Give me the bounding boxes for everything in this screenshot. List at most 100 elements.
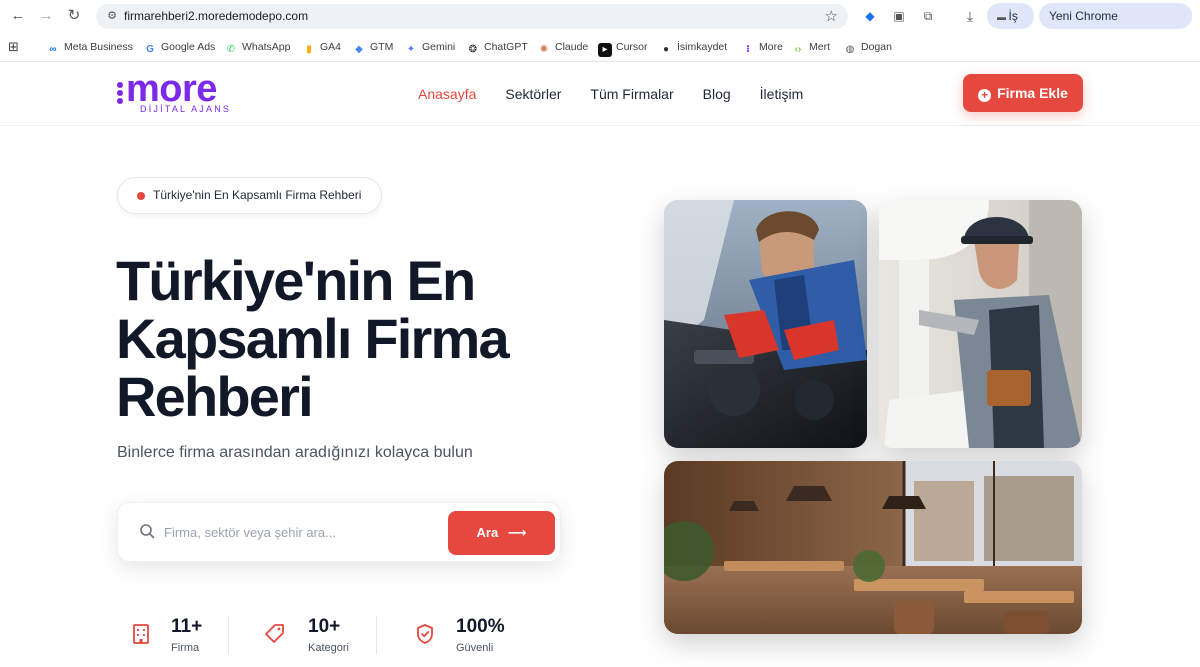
- stat-label: Güvenli: [456, 642, 494, 654]
- badge-text: Türkiye'nin En Kapsamlı Firma Rehberi: [153, 188, 362, 202]
- bookmark-meta-business[interactable]: ∞ Meta Business: [46, 39, 133, 55]
- hero-gallery: [664, 200, 1082, 634]
- bookmark-label: GA4: [320, 41, 342, 53]
- nav-sektorler[interactable]: Sektörler: [505, 86, 561, 104]
- gemini-icon: ✦: [406, 44, 416, 55]
- restaurant-photo: [664, 461, 1082, 634]
- hero-title: Türkiye'nin En Kapsamlı Firma Rehberi: [116, 252, 586, 426]
- search-button[interactable]: Ara ⟶: [448, 511, 555, 555]
- isimkaydet-icon: ●: [662, 44, 670, 55]
- logo-dots: [117, 82, 123, 104]
- download-icon[interactable]: ⤓: [961, 7, 979, 25]
- bookmark-label: ChatGPT: [484, 41, 528, 53]
- bookmark-label: Claude: [555, 41, 589, 53]
- bookmark-dogan[interactable]: ◍ Dogan: [843, 39, 892, 55]
- bookmark-ga4[interactable]: ▮ GA4: [302, 39, 341, 55]
- bookmark-star-icon[interactable]: ☆: [825, 7, 838, 25]
- site-header: more DİJİTAL AJANS Anasayfa Sektörler Tü…: [0, 62, 1200, 126]
- hero-title-line: Kapsamlı Firma: [116, 307, 510, 370]
- hero-subtitle: Binlerce firma arasından aradığınızı kol…: [117, 444, 473, 461]
- more-icon: ⁝: [746, 44, 750, 55]
- profile-chip[interactable]: ▬ İş: [987, 3, 1034, 29]
- nav-blog[interactable]: Blog: [703, 86, 731, 104]
- extensions-icon[interactable]: ⧉: [919, 7, 937, 25]
- bookmark-cursor[interactable]: ▸ Cursor: [598, 39, 648, 57]
- claude-icon: ✺: [539, 44, 549, 55]
- stat-divider: [228, 616, 229, 654]
- hero-badge: Türkiye'nin En Kapsamlı Firma Rehberi: [117, 177, 383, 214]
- bookmark-mert[interactable]: ‹› Mert: [791, 39, 830, 55]
- tag-icon: [265, 624, 284, 643]
- hero-title-line: Rehberi: [116, 365, 314, 428]
- bookmark-isimkaydet[interactable]: ● İsimkaydet: [659, 39, 727, 55]
- bookmark-label: Meta Business: [64, 41, 133, 53]
- arrow-right-icon: ⟶: [507, 525, 527, 540]
- shield-check-icon: [417, 624, 433, 644]
- building-icon: [133, 624, 149, 644]
- search-input[interactable]: [164, 521, 434, 543]
- stat-value: 10+: [308, 616, 341, 637]
- stat-secure: 100% Güvenli: [413, 612, 523, 658]
- search-button-label: Ara: [476, 525, 499, 540]
- analytics-icon: ▮: [306, 44, 312, 55]
- hero-title-line: Türkiye'nin En: [116, 249, 476, 312]
- bookmark-label: Cursor: [616, 41, 648, 53]
- mechanic-photo: [664, 200, 867, 448]
- code-icon: ‹›: [794, 44, 802, 55]
- bookmark-gtm[interactable]: ◆ GTM: [352, 39, 393, 55]
- add-company-button[interactable]: + Firma Ekle: [963, 74, 1083, 112]
- logo[interactable]: more DİJİTAL AJANS: [116, 68, 246, 118]
- meta-icon: ∞: [49, 44, 57, 55]
- chrome-update-chip[interactable]: Yeni Chrome kullanılabilir⋮: [1039, 3, 1192, 49]
- url-text: firmarehberi2.moredemodepo.com: [124, 9, 309, 23]
- code-extension-icon[interactable]: ▣: [890, 7, 908, 25]
- badge-dot: [137, 192, 145, 200]
- stat-companies: 11+ Firma: [117, 612, 217, 658]
- browser-toolbar: ← → ↻ ⚙ firmarehberi2.moredemodepo.com ☆…: [0, 0, 1200, 49]
- plus-circle-icon: +: [978, 89, 992, 102]
- profile-label: İş: [1008, 9, 1018, 23]
- apps-grid-icon[interactable]: ⊞: [8, 39, 19, 55]
- add-company-label: Firma Ekle: [997, 85, 1068, 101]
- bookmark-whatsapp[interactable]: ✆ WhatsApp: [224, 39, 291, 55]
- stat-divider: [376, 616, 377, 654]
- stat-categories: 10+ Kategori: [263, 612, 373, 658]
- bookmark-claude[interactable]: ✺ Claude: [537, 39, 588, 55]
- bookmark-more[interactable]: ⁝ More: [741, 39, 783, 55]
- gtm-icon: ◆: [355, 44, 363, 55]
- stat-label: Firma: [171, 642, 200, 654]
- back-icon[interactable]: ←: [8, 6, 28, 26]
- nav-tum-firmalar[interactable]: Tüm Firmalar: [590, 86, 673, 104]
- search-box: Ara ⟶: [117, 502, 561, 562]
- tag-assistant-icon[interactable]: ◆: [861, 7, 879, 25]
- profile-avatar-icon: ▬: [997, 12, 1009, 22]
- bookmark-label: Gemini: [422, 41, 456, 53]
- main-nav: Anasayfa Sektörler Tüm Firmalar Blog İle…: [418, 86, 803, 104]
- chatgpt-icon: ❂: [468, 44, 478, 55]
- bookmarks-bar: ⊞ ∞ Meta Business G Google Ads ✆ WhatsApp ▮…: [0, 32, 1200, 62]
- bookmark-label: More: [759, 41, 783, 53]
- bookmark-label: İsimkaydet: [677, 41, 728, 53]
- bookmark-gemini[interactable]: ✦ Gemini: [404, 39, 455, 55]
- nav-anasayfa[interactable]: Anasayfa: [418, 86, 476, 104]
- nav-iletisim[interactable]: İletişim: [760, 86, 804, 104]
- bookmark-chatgpt[interactable]: ❂ ChatGPT: [466, 39, 528, 55]
- site-settings-icon[interactable]: ⚙: [105, 9, 119, 23]
- address-bar[interactable]: ⚙ firmarehberi2.moredemodepo.com ☆: [96, 4, 848, 29]
- plumber-photo: [879, 200, 1082, 448]
- stat-value: 100%: [456, 616, 505, 637]
- stat-value: 11+: [171, 616, 203, 637]
- reload-icon[interactable]: ↻: [64, 6, 84, 26]
- stat-label: Kategori: [308, 642, 349, 654]
- bookmark-label: Mert: [809, 41, 830, 53]
- google-icon: G: [146, 44, 154, 55]
- bookmark-label: GTM: [370, 41, 394, 53]
- cursor-icon: ▸: [598, 43, 612, 57]
- search-icon: [140, 524, 155, 539]
- globe-icon: ◍: [845, 44, 855, 55]
- logo-subtitle: DİJİTAL AJANS: [140, 104, 232, 114]
- bookmark-label: Dogan: [861, 41, 892, 53]
- bookmark-google-ads[interactable]: G Google Ads: [143, 39, 215, 55]
- bookmark-label: WhatsApp: [242, 41, 291, 53]
- forward-icon[interactable]: →: [36, 6, 56, 26]
